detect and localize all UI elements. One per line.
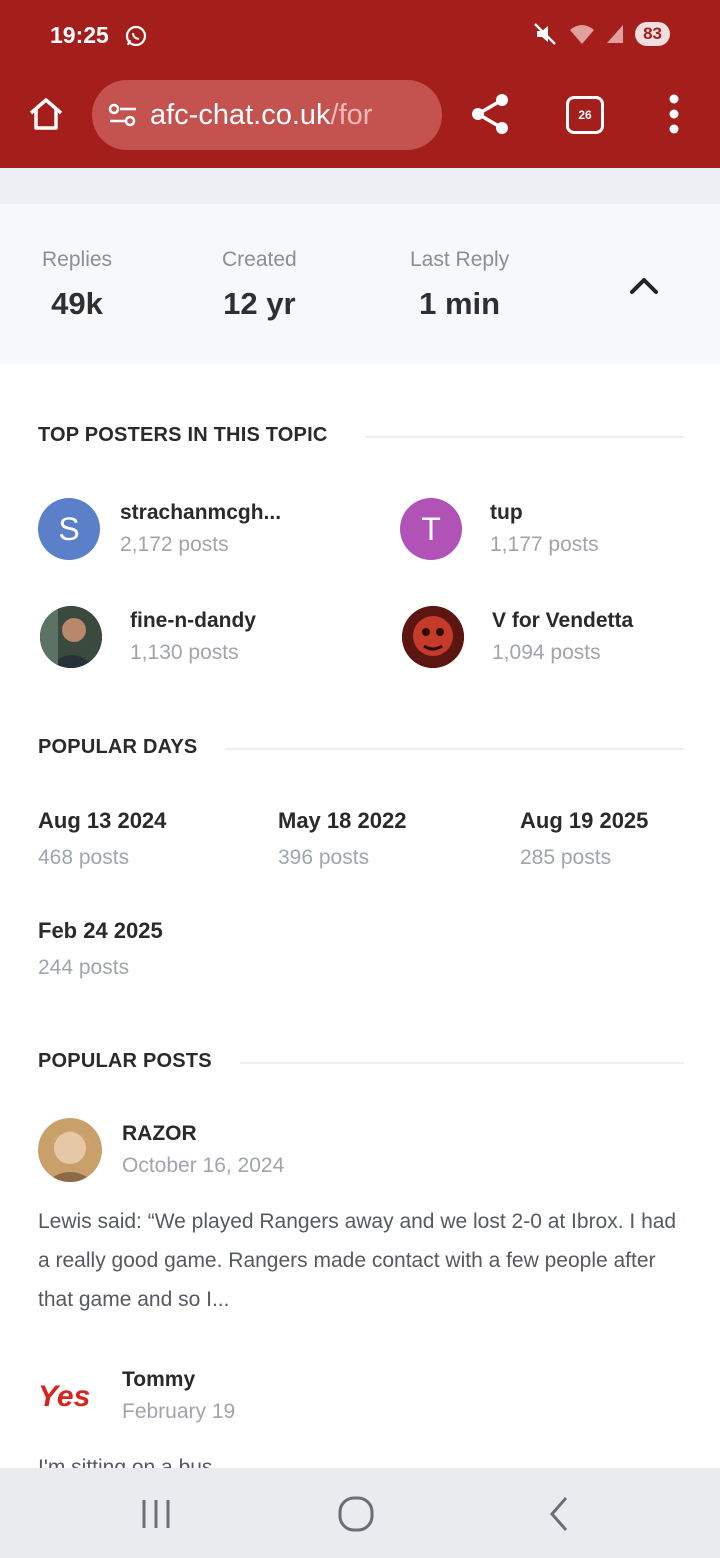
battery-level: 83: [635, 22, 670, 46]
post-author[interactable]: Tommy: [122, 1368, 235, 1392]
address-bar-row: afc-chat.co.uk/for 26: [0, 78, 720, 154]
stat-replies: Replies 49k: [42, 248, 112, 322]
poster-count: 1,177 posts: [490, 533, 599, 556]
stat-label: Created: [222, 248, 297, 271]
day-date[interactable]: Aug 19 2025: [520, 808, 648, 834]
stat-created: Created 12 yr: [222, 248, 297, 322]
top-poster-item[interactable]: S strachanmcgh... 2,172 posts: [38, 498, 281, 560]
popular-day-item[interactable]: Feb 24 2025 244 posts: [38, 918, 163, 980]
day-count: 396 posts: [278, 846, 370, 869]
post-excerpt[interactable]: Lewis said: “We played Rangers away and …: [38, 1202, 678, 1319]
avatar: T: [400, 498, 462, 560]
poster-name[interactable]: fine-n-dandy: [130, 609, 256, 633]
day-count: 468 posts: [38, 846, 130, 869]
mute-icon: [534, 23, 556, 45]
system-nav-bar: [0, 1468, 720, 1558]
stat-label: Replies: [42, 248, 113, 271]
url-text: afc-chat.co.uk/for: [150, 99, 372, 132]
top-poster-item[interactable]: T tup 1,177 posts: [400, 498, 599, 560]
more-menu-icon[interactable]: [660, 92, 688, 136]
section-title-popular-days: POPULAR DAYS: [38, 736, 198, 758]
stat-value: 49k: [51, 286, 103, 321]
divider: [240, 1062, 684, 1064]
day-count: 244 posts: [38, 956, 130, 979]
top-poster-item[interactable]: fine-n-dandy 1,130 posts: [40, 606, 256, 668]
status-bar: 19:25 83: [0, 0, 720, 72]
tab-switcher-button[interactable]: 26: [566, 96, 604, 134]
status-time: 19:25: [50, 22, 109, 48]
avatar-logo: Yes: [38, 1380, 90, 1413]
avatar-photo: [38, 1118, 102, 1182]
url-domain: afc-chat.co.uk: [150, 98, 331, 131]
back-icon[interactable]: [540, 1494, 580, 1534]
topic-stats: Replies 49k Created 12 yr Last Reply 1 m…: [0, 204, 720, 364]
poster-count: 1,094 posts: [492, 641, 601, 664]
divider: [225, 748, 684, 750]
day-date[interactable]: Aug 13 2024: [38, 808, 166, 834]
post-date: October 16, 2024: [122, 1154, 285, 1177]
stat-label: Last Reply: [410, 248, 510, 271]
poster-count: 1,130 posts: [130, 641, 239, 664]
home-icon[interactable]: [26, 94, 66, 134]
url-path: /for: [330, 98, 373, 131]
signal-icon: [607, 25, 624, 43]
avatar: [40, 606, 102, 668]
avatar: S: [38, 498, 100, 560]
section-title-popular-posts: POPULAR POSTS: [38, 1050, 212, 1072]
post-author[interactable]: RAZOR: [122, 1122, 284, 1146]
poster-count: 2,172 posts: [120, 533, 229, 556]
stat-last-reply: Last Reply 1 min: [410, 248, 509, 322]
avatar[interactable]: [38, 1118, 102, 1182]
avatar-photo: [40, 606, 102, 668]
divider: [365, 436, 684, 438]
avatar: [402, 606, 464, 668]
day-date[interactable]: May 18 2022: [278, 808, 406, 834]
browser-chrome: 19:25 83 afc-chat.co.uk/for 26: [0, 0, 720, 168]
page-top-band: [0, 168, 720, 204]
whatsapp-icon: [125, 25, 147, 47]
url-bar[interactable]: afc-chat.co.uk/for: [92, 80, 442, 150]
stat-value: 12 yr: [223, 286, 296, 321]
recent-apps-icon[interactable]: [136, 1494, 176, 1534]
top-poster-item[interactable]: V for Vendetta 1,094 posts: [402, 606, 633, 668]
poster-name[interactable]: strachanmcgh...: [120, 501, 281, 525]
wifi-icon: [570, 25, 595, 44]
avatar[interactable]: Yes: [38, 1364, 102, 1428]
day-count: 285 posts: [520, 846, 612, 869]
poster-name[interactable]: V for Vendetta: [492, 609, 633, 633]
popular-post[interactable]: RAZOR October 16, 2024 Lewis said: “We p…: [38, 1118, 678, 1319]
avatar-logo-text: Yes: [38, 1380, 90, 1413]
day-date[interactable]: Feb 24 2025: [38, 918, 163, 944]
home-nav-icon[interactable]: [336, 1494, 376, 1534]
chevron-up-icon[interactable]: [626, 270, 662, 300]
popular-day-item[interactable]: Aug 13 2024 468 posts: [38, 808, 166, 870]
poster-name[interactable]: tup: [490, 501, 599, 525]
popular-day-item[interactable]: Aug 19 2025 285 posts: [520, 808, 648, 870]
share-icon[interactable]: [470, 92, 510, 136]
avatar-photo: [402, 606, 464, 668]
section-title-top-posters: TOP POSTERS IN THIS TOPIC: [38, 424, 328, 446]
stat-value: 1 min: [419, 286, 501, 321]
popular-day-item[interactable]: May 18 2022 396 posts: [278, 808, 406, 870]
post-date: February 19: [122, 1400, 236, 1423]
system-icons: 83: [533, 22, 670, 46]
site-settings-icon[interactable]: [106, 102, 140, 128]
